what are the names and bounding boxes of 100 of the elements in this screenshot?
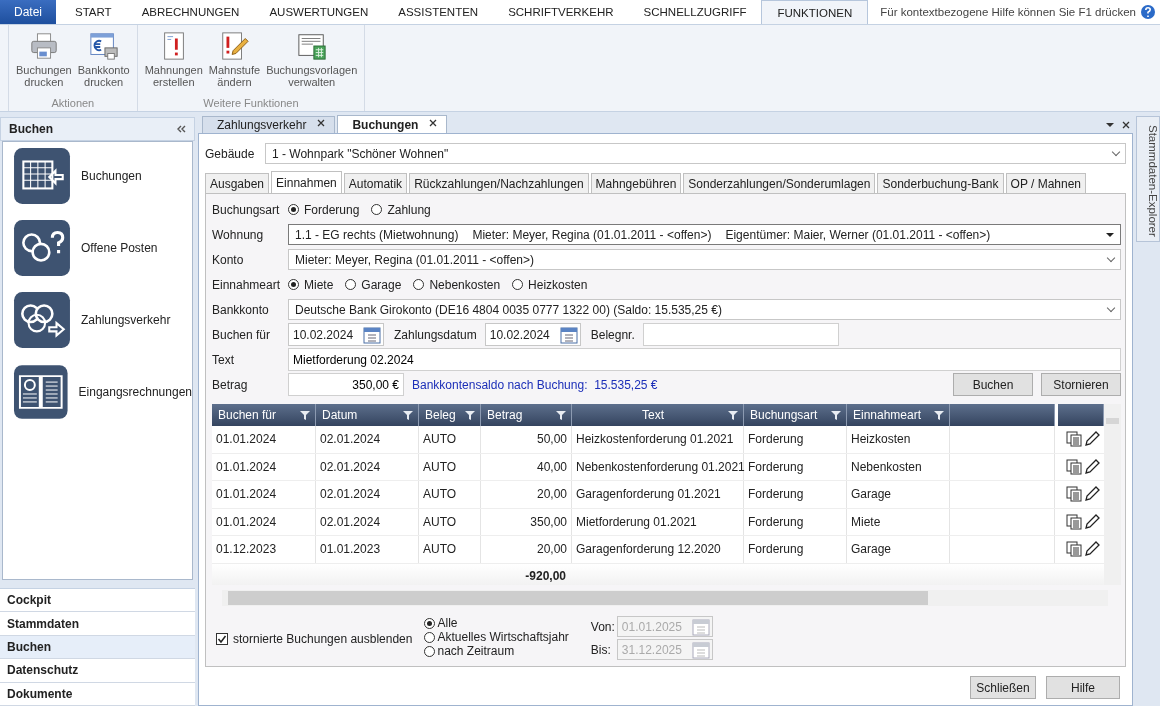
tab[interactable]: Automatik: [343, 173, 408, 193]
ribbon-button[interactable]: Mahnstufe ändern: [205, 29, 264, 97]
tab[interactable]: Sonderzahlungen/Sonderumlagen: [683, 173, 876, 193]
input-field[interactable]: Mietforderung 02.2024: [288, 348, 1121, 371]
filter-icon[interactable]: [934, 410, 944, 420]
column-header[interactable]: Beleg: [419, 404, 481, 426]
document-tab[interactable]: Zahlungsverkehr: [202, 116, 336, 133]
column-header[interactable]: Einnahmeart: [847, 404, 950, 426]
sidebar-item[interactable]: Zahlungsverkehr: [3, 291, 192, 349]
edit-icon[interactable]: [1084, 541, 1100, 558]
tab[interactable]: Ausgaben: [205, 173, 270, 193]
radio-button[interactable]: [371, 204, 383, 215]
apartment-dropdown[interactable]: 1.1 - EG rechts (Mietwohnung) Mieter: Meyer, Regina (01.01.2011 - <offen>) Eigentümer: Maier, Werner (01.01.2011 - <offen>): [288, 224, 1121, 245]
copy-icon[interactable]: [1066, 513, 1082, 530]
copy-icon[interactable]: [1066, 431, 1082, 448]
copy-icon[interactable]: [1066, 541, 1082, 558]
sidebar-item[interactable]: Eingangsrechnungen: [3, 363, 192, 421]
radio-button[interactable]: [288, 204, 299, 215]
date-field[interactable]: 10.02.2024: [484, 323, 581, 346]
column-header[interactable]: Buchungsart: [744, 404, 847, 426]
edit-icon[interactable]: [1084, 513, 1100, 530]
filter-icon[interactable]: [300, 410, 310, 420]
radio-label[interactable]: Garage: [361, 277, 402, 292]
radio-label[interactable]: nach Zeitraum: [437, 644, 515, 658]
ribbon-tab[interactable]: ABRECHNUNGEN: [126, 0, 255, 24]
filter-icon[interactable]: [728, 410, 738, 420]
nav-item[interactable]: Datenschutz: [0, 659, 195, 683]
nav-item[interactable]: Dokumente: [0, 682, 195, 706]
calendar-icon[interactable]: [559, 325, 578, 344]
sidebar-item[interactable]: Buchungen: [3, 147, 192, 205]
column-header[interactable]: Text: [572, 404, 744, 426]
input-field[interactable]: [642, 323, 839, 346]
dropdown-arrow-icon[interactable]: [1106, 121, 1114, 129]
radio-label[interactable]: Aktuelles Wirtschaftsjahr: [437, 630, 569, 644]
bank-account-dropdown[interactable]: Deutsche Bank Girokonto (DE16 4804 0035 0777 1322 00) (Saldo: 15.535,25 €): [288, 299, 1121, 320]
tab[interactable]: Sonderbuchung-Bank: [877, 173, 1004, 193]
ribbon-tab[interactable]: START: [60, 0, 127, 24]
ribbon-tab[interactable]: FUNKTIONEN: [761, 0, 869, 24]
radio-label[interactable]: Forderung: [304, 202, 360, 217]
radio-button[interactable]: [413, 279, 425, 290]
ribbon-tab[interactable]: AUSWERTUNGEN: [254, 0, 384, 24]
column-header[interactable]: Betrag: [481, 404, 572, 426]
filter-icon[interactable]: [831, 410, 841, 420]
ribbon-button[interactable]: Buchungsvorlagen verwalten: [263, 29, 361, 97]
nav-item[interactable]: Stammdaten: [0, 612, 195, 636]
nav-item[interactable]: Buchen: [0, 635, 195, 660]
radio-button[interactable]: [424, 631, 436, 643]
side-panel-tab[interactable]: Stammdaten-Explorer: [1136, 116, 1160, 242]
ribbon-button[interactable]: Bankkonto drucken: [74, 29, 133, 97]
date-field[interactable]: 10.02.2024: [288, 323, 384, 346]
file-menu-button[interactable]: Datei: [0, 0, 56, 24]
column-header[interactable]: Buchen für: [212, 404, 316, 426]
tab[interactable]: Rückzahlungen/Nachzahlungen: [409, 173, 589, 193]
close-icon[interactable]: [317, 119, 326, 127]
edit-icon[interactable]: [1084, 486, 1100, 503]
checkbox-label[interactable]: stornierte Buchungen ausblenden: [233, 632, 413, 646]
action-button[interactable]: Stornieren: [1041, 373, 1121, 396]
tab[interactable]: Mahngebühren: [590, 173, 682, 193]
action-button[interactable]: Buchen: [953, 373, 1033, 396]
edit-icon[interactable]: [1084, 431, 1100, 448]
dialog-button[interactable]: Hilfe: [1046, 676, 1120, 699]
filter-icon[interactable]: [556, 410, 566, 420]
collapse-icon[interactable]: [176, 124, 186, 134]
copy-icon[interactable]: [1066, 458, 1082, 475]
radio-label[interactable]: Alle: [437, 616, 458, 630]
radio-button[interactable]: [345, 279, 357, 290]
nav-item[interactable]: Cockpit: [0, 589, 195, 613]
radio-button[interactable]: [424, 645, 436, 657]
tab[interactable]: OP / Mahnen: [1005, 173, 1087, 193]
close-icon[interactable]: [1122, 121, 1130, 129]
filter-icon[interactable]: [403, 410, 413, 420]
ribbon-button[interactable]: Mahnungen erstellen: [141, 29, 206, 97]
ribbon-tab[interactable]: ASSISTENTEN: [383, 0, 494, 24]
ribbon-button[interactable]: Buchungen drucken: [13, 29, 75, 97]
account-dropdown[interactable]: Mieter: Meyer, Regina (01.01.2011 - <offen>): [288, 249, 1121, 270]
ribbon-tab[interactable]: SCHRIFTVERKEHR: [493, 0, 629, 24]
amount-field[interactable]: 350,00 €: [288, 373, 404, 396]
radio-button[interactable]: [424, 617, 436, 629]
radio-label[interactable]: Zahlung: [387, 202, 431, 217]
horizontal-scrollbar[interactable]: [222, 590, 1108, 606]
sidebar-item[interactable]: Offene Posten: [3, 219, 192, 277]
filter-icon[interactable]: [465, 410, 475, 420]
vertical-scrollbar[interactable]: [1104, 404, 1121, 585]
radio-label[interactable]: Nebenkosten: [429, 277, 501, 292]
tab[interactable]: Einnahmen: [271, 171, 342, 193]
radio-label[interactable]: Heizkosten: [528, 277, 588, 292]
calendar-icon[interactable]: [363, 325, 381, 344]
dialog-button[interactable]: Schließen: [970, 676, 1036, 699]
column-header[interactable]: Datum: [316, 404, 419, 426]
checkbox[interactable]: [216, 633, 228, 645]
document-tab[interactable]: Buchungen: [337, 115, 448, 133]
building-dropdown[interactable]: 1 - Wohnpark "Schöner Wohnen": [265, 143, 1126, 164]
radio-button[interactable]: [512, 279, 524, 290]
edit-icon[interactable]: [1084, 458, 1100, 475]
radio-button[interactable]: [288, 279, 299, 290]
help-icon[interactable]: [1140, 4, 1156, 20]
radio-label[interactable]: Miete: [304, 277, 334, 292]
ribbon-tab[interactable]: SCHNELLZUGRIFF: [628, 0, 762, 24]
copy-icon[interactable]: [1066, 486, 1082, 503]
close-icon[interactable]: [429, 118, 438, 127]
